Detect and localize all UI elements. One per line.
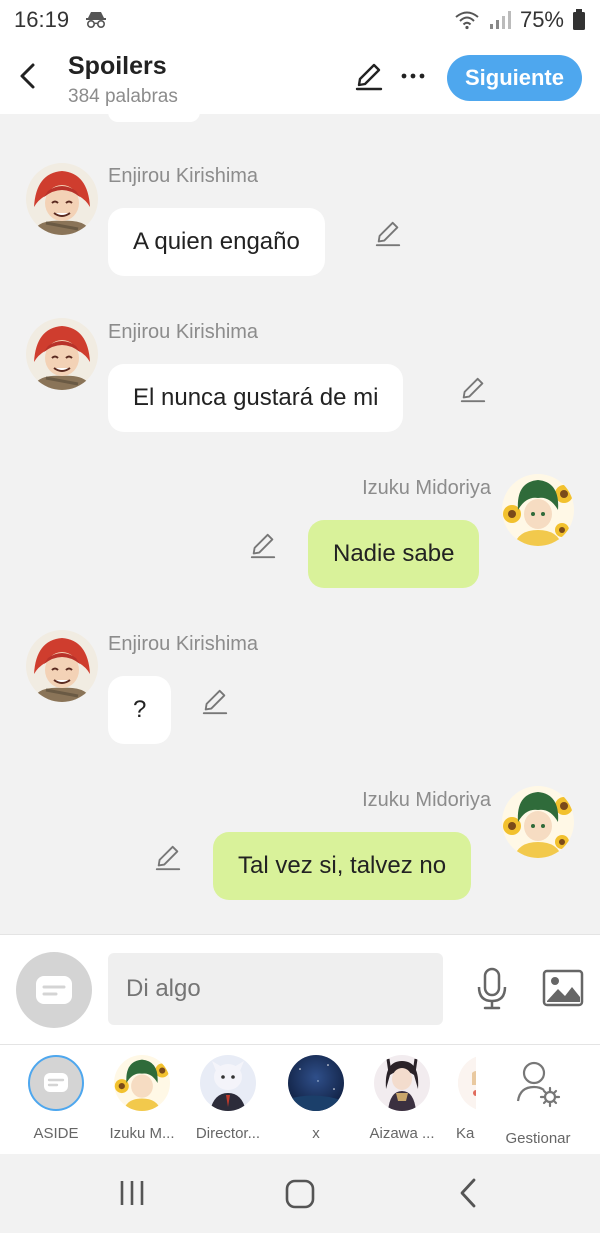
page-title: Spoilers <box>68 52 167 80</box>
more-icon[interactable] <box>398 64 428 88</box>
home-icon[interactable] <box>284 1178 316 1210</box>
edit-message-icon[interactable] <box>374 220 402 248</box>
aside-button[interactable] <box>16 952 92 1028</box>
edit-message-icon[interactable] <box>154 844 182 872</box>
aside-avatar <box>28 1055 84 1111</box>
battery-icon <box>573 9 585 30</box>
manage-characters[interactable]: Gestionar <box>498 1055 578 1147</box>
message-sender: Enjirou Kirishima <box>108 633 259 655</box>
message-bubble[interactable]: Tal vez si, talvez no <box>213 832 472 900</box>
avatar-ka <box>458 1055 476 1111</box>
battery-percent: 75% <box>519 7 564 32</box>
character-label: x <box>312 1125 320 1142</box>
recents-icon[interactable] <box>117 1178 147 1208</box>
avatar-kirishima[interactable] <box>26 318 98 390</box>
character-ka[interactable]: Ka <box>448 1055 476 1142</box>
character-izuku[interactable]: Izuku M... <box>104 1055 180 1142</box>
incognito-icon <box>86 12 107 29</box>
back-arrow-icon[interactable] <box>14 60 42 92</box>
next-button[interactable]: Siguiente <box>447 55 582 101</box>
character-label: Ka <box>456 1125 475 1142</box>
character-aside[interactable]: ASIDE <box>18 1055 94 1142</box>
message-composer <box>0 934 600 1044</box>
character-bar: ASIDE Izuku M... Director... x Aizawa ..… <box>0 1044 600 1154</box>
character-label: Director... <box>195 1125 261 1142</box>
character-director[interactable]: Director... <box>190 1055 266 1142</box>
edit-message-icon[interactable] <box>459 376 487 404</box>
avatar-midoriya[interactable] <box>502 786 574 858</box>
pencil-icon[interactable] <box>354 62 384 92</box>
aside-icon <box>36 976 72 1004</box>
message-sender: Izuku Midoriya <box>362 789 491 811</box>
word-count: 384 palabras <box>68 86 178 107</box>
manage-users-icon <box>516 1061 561 1108</box>
character-label: Aizawa ... <box>369 1125 435 1142</box>
avatar-aizawa <box>374 1055 430 1111</box>
avatar-kirishima[interactable] <box>26 630 98 702</box>
character-label: ASIDE <box>33 1125 79 1142</box>
character-label: Gestionar <box>505 1130 571 1147</box>
message-sender: Enjirou Kirishima <box>108 165 259 187</box>
edit-message-icon[interactable] <box>201 688 229 716</box>
back-icon[interactable] <box>456 1176 480 1210</box>
message-sender: Izuku Midoriya <box>362 477 491 499</box>
message-bubble[interactable]: El nunca gustará de mi <box>108 364 404 432</box>
image-icon[interactable] <box>542 969 584 1007</box>
avatar-midoriya <box>114 1055 170 1111</box>
message-bubble[interactable]: A quien engaño <box>108 208 325 276</box>
character-label: Izuku M... <box>109 1125 175 1142</box>
avatar-x <box>288 1055 344 1111</box>
message-bubble[interactable]: ? <box>108 676 172 744</box>
partial-message-bubble <box>108 112 200 122</box>
status-bar: 16:19 75% <box>0 0 600 40</box>
avatar-midoriya[interactable] <box>502 474 574 546</box>
character-x[interactable]: x <box>278 1055 354 1142</box>
message-sender: Enjirou Kirishima <box>108 321 259 343</box>
message-input[interactable] <box>108 953 443 1025</box>
microphone-icon[interactable] <box>474 967 510 1011</box>
header: Spoilers 384 palabras Siguiente <box>0 40 600 114</box>
edit-message-icon[interactable] <box>249 532 277 560</box>
system-nav-bar <box>0 1154 600 1233</box>
message-bubble[interactable]: Nadie sabe <box>308 520 480 588</box>
avatar-kirishima[interactable] <box>26 163 98 235</box>
signal-icon <box>489 11 511 29</box>
status-time: 16:19 <box>14 7 70 32</box>
avatar-director <box>200 1055 256 1111</box>
character-aizawa[interactable]: Aizawa ... <box>364 1055 440 1142</box>
wifi-icon <box>455 11 479 30</box>
